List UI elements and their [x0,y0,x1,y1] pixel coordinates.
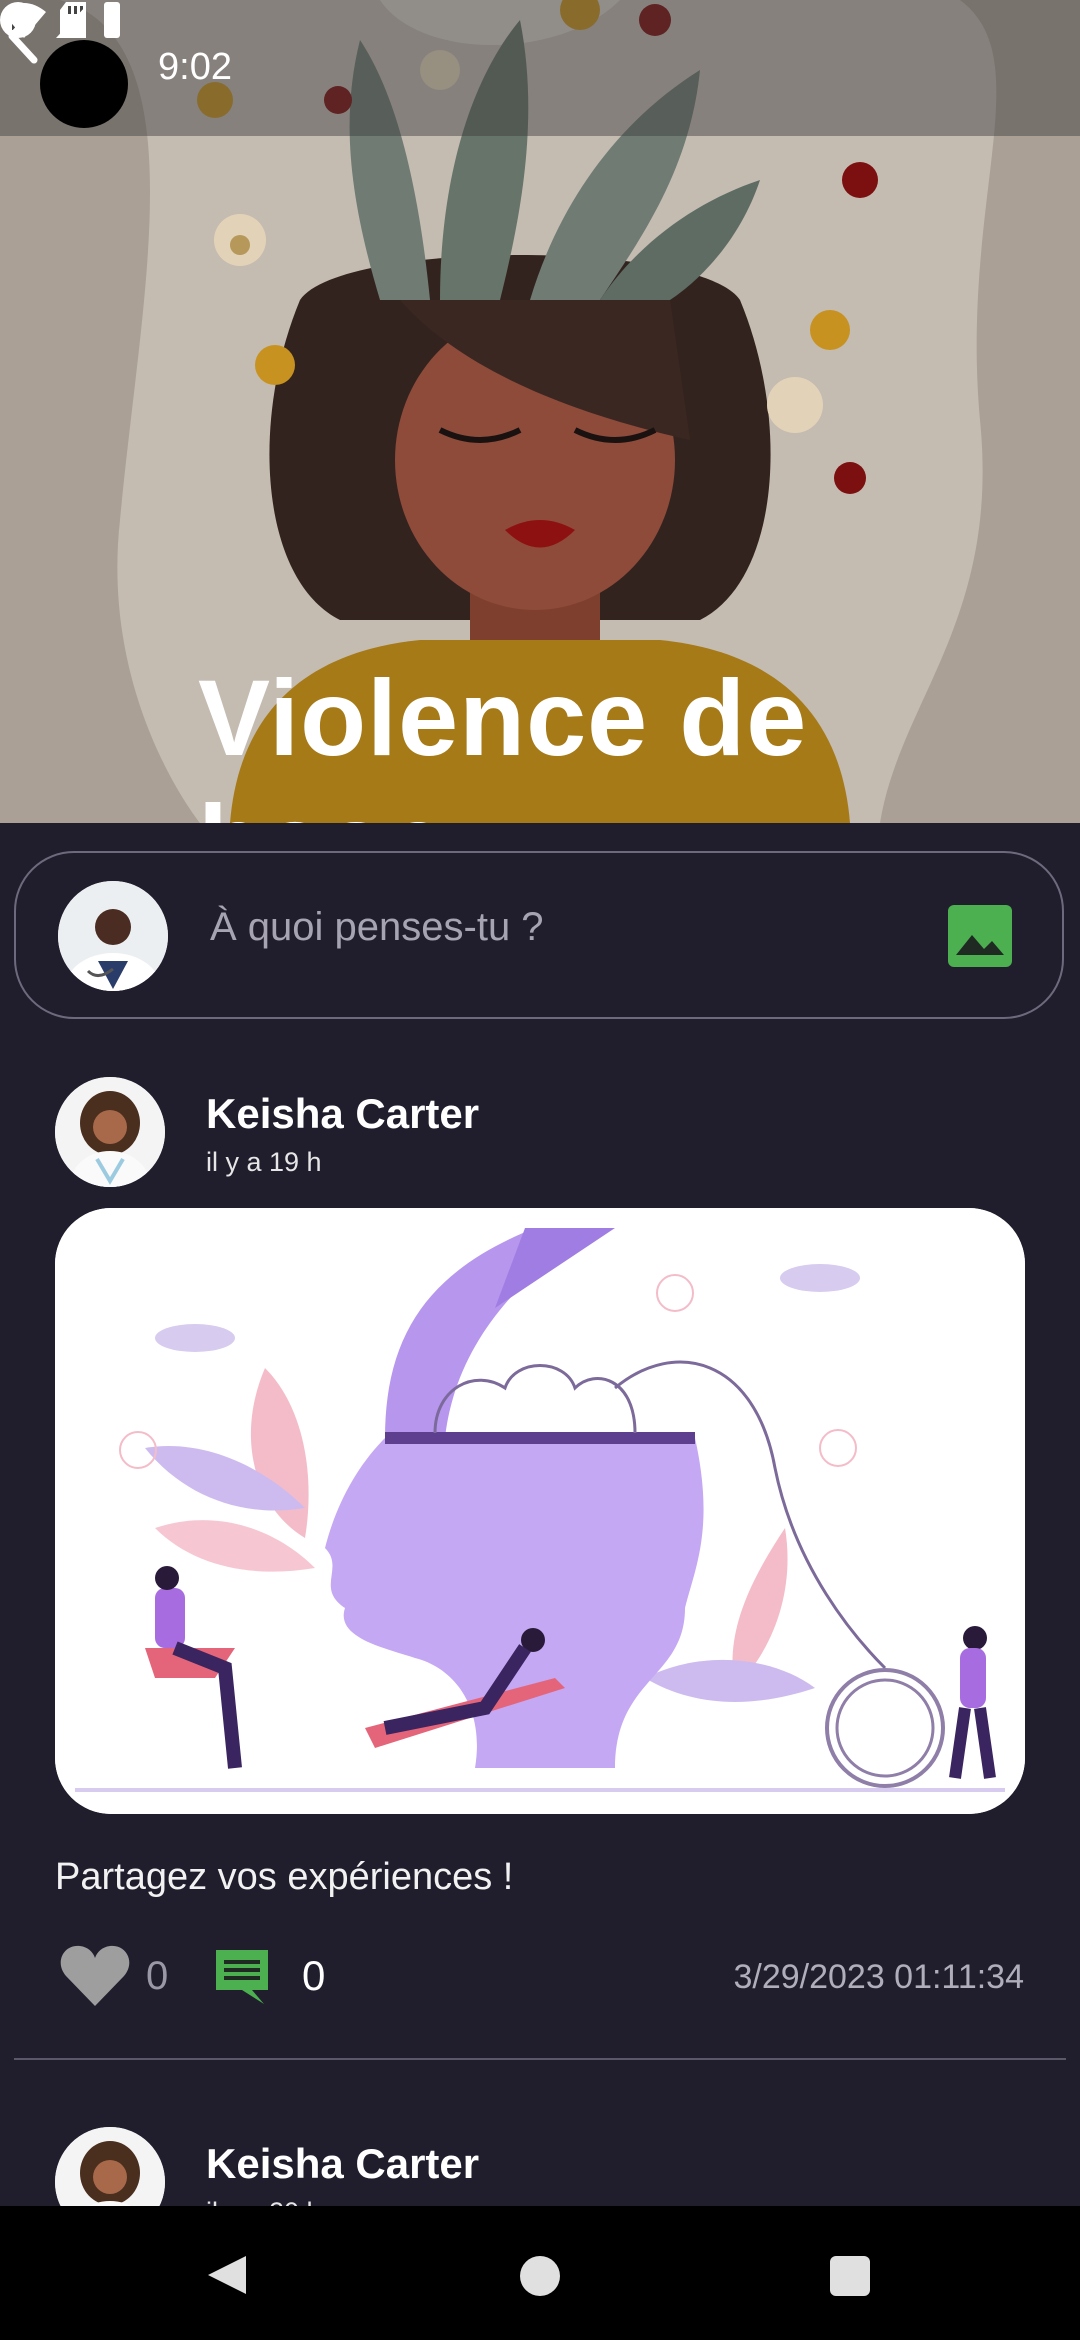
post-time-ago: il y a 19 h [206,1147,322,1177]
battery-icon [104,2,120,38]
comment-count: 0 [302,1952,326,1999]
system-nav-bar [0,2206,1080,2340]
avatar[interactable] [55,1077,165,1187]
like-count: 0 [146,1954,169,1998]
composer-input[interactable]: À quoi penses-tu ? [210,905,544,950]
page-title: Violence de base [198,657,808,823]
avatar [58,881,168,991]
signal-icon [56,6,86,38]
nav-recents-icon[interactable] [830,2256,870,2296]
post-author[interactable]: Keisha Carter [206,2140,479,2188]
hero-banner: 9:02 Violence de base [0,0,1080,823]
post-image[interactable] [55,1208,1025,1814]
post-text: Partagez vos expériences ! [55,1856,514,1898]
status-bar: 9:02 [0,0,1080,136]
status-time: 9:02 [158,46,232,88]
comment-icon[interactable] [212,1946,272,2006]
heart-icon[interactable] [58,1944,132,2010]
post-author[interactable]: Keisha Carter [206,1090,479,1138]
nav-home-icon[interactable] [520,2256,560,2296]
divider [14,2058,1066,2060]
back-arrow-icon[interactable] [0,0,60,70]
post-date: 3/29/2023 01:11:34 [733,1958,1024,1996]
post-composer[interactable]: À quoi penses-tu ? [14,851,1064,1019]
nav-back-icon[interactable] [204,2252,250,2298]
image-icon[interactable] [948,905,1012,967]
